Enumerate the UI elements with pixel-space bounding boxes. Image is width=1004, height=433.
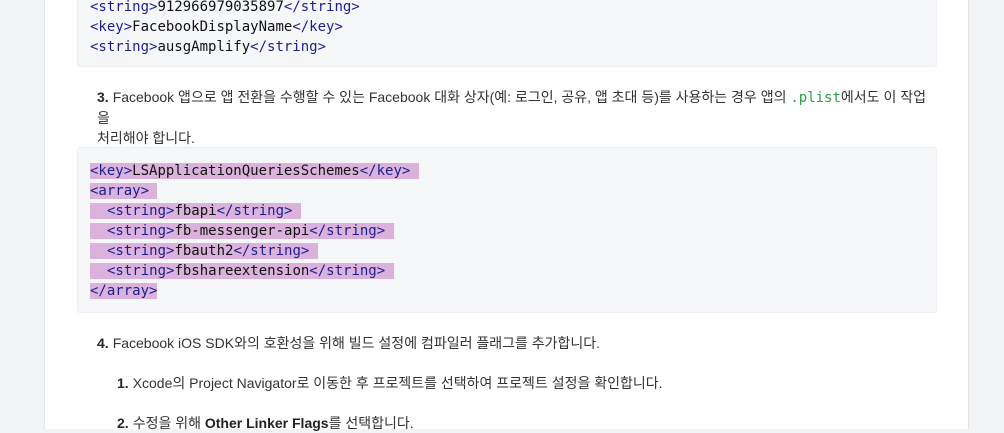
code-block-queries-schemes[interactable]: <key>LSApplicationQueriesSchemes</key> <…: [77, 147, 937, 313]
code-line: <string>fbshareextension</string>: [90, 261, 419, 281]
code-line: <string>fbapi</string>: [90, 201, 419, 221]
code-block-plist-facebook: <string>912966979035897</string> <key>Fa…: [77, 0, 937, 67]
code-line: <key>LSApplicationQueriesSchemes</key>: [90, 161, 419, 181]
code-line: <array>: [90, 181, 419, 201]
step-4-paragraph: 4. Facebook iOS SDK와의 호환성을 위해 빌드 설정에 컴파일러…: [97, 335, 601, 351]
code-line: <string>ausgAmplify</string>: [90, 39, 327, 55]
code-line: </array>: [90, 283, 158, 299]
inline-code: .plist: [790, 90, 841, 106]
step-3-paragraph: 3. Facebook 앱으로 앱 전환을 수행할 수 있는 Facebook 대…: [97, 89, 926, 146]
code-line: <string>fbauth2</string>: [90, 241, 419, 261]
substep-2-paragraph: 2. 수정을 위해 Other Linker Flags를 선택합니다.: [117, 415, 414, 431]
code-line: <string>912966979035897</string>: [90, 0, 360, 15]
code-line: <string>fb-messenger-api</string>: [90, 221, 419, 241]
substep-1-paragraph: 1. Xcode의 Project Navigator로 이동한 후 프로젝트를 …: [117, 375, 663, 391]
step-number: 4.: [97, 335, 109, 351]
step-number: 3.: [97, 89, 109, 105]
step-number: 1.: [117, 375, 129, 391]
code-line: <key>FacebookDisplayName</key>: [90, 19, 343, 35]
